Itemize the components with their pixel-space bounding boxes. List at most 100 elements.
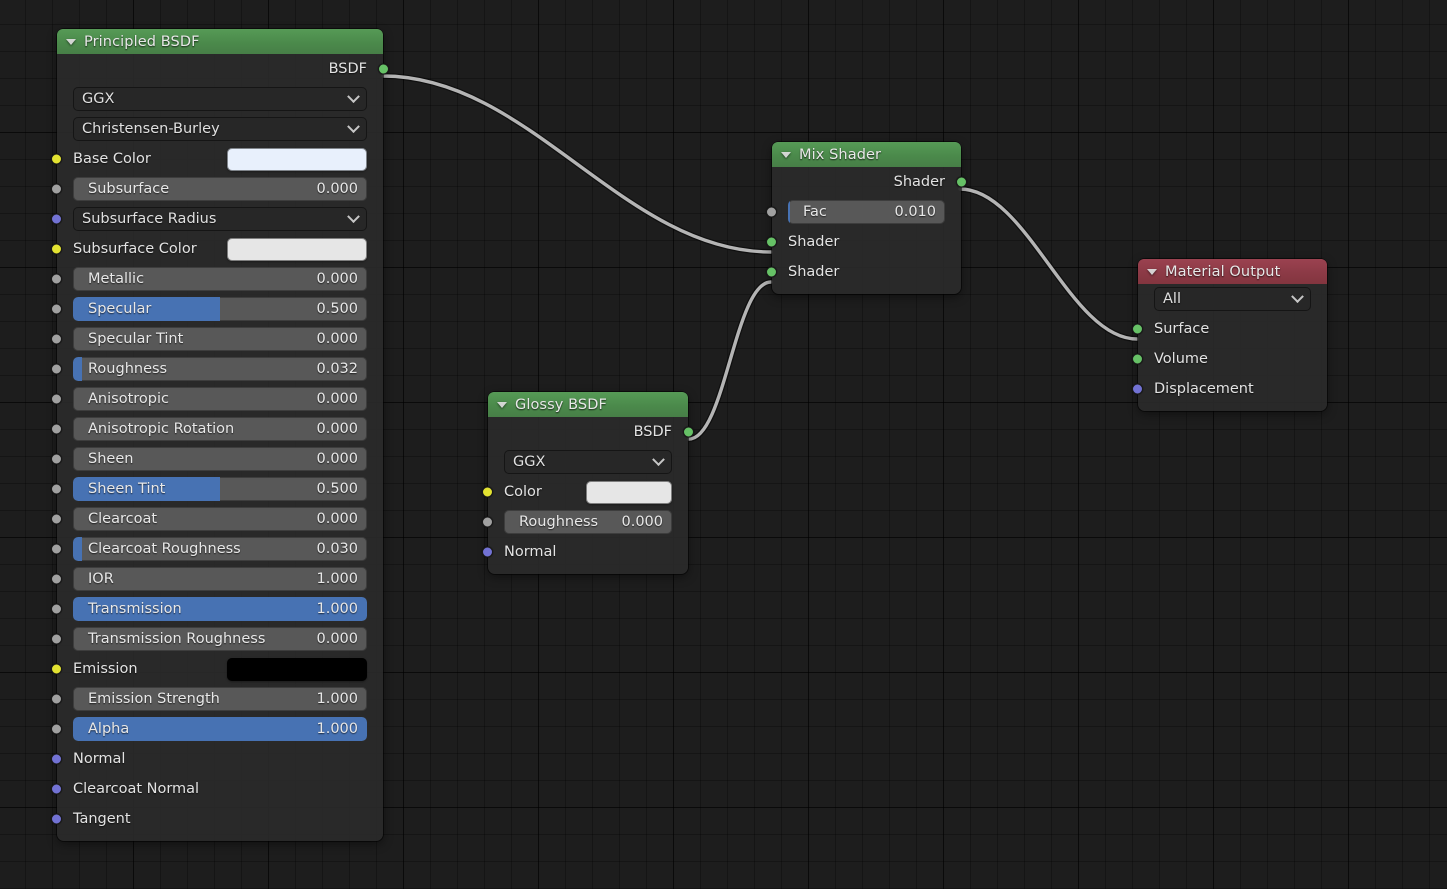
slider-subsurface[interactable]: Subsurface 0.000: [73, 177, 367, 201]
socket-input-dot[interactable]: [51, 363, 62, 375]
slider-anisotropic[interactable]: Anisotropic 0.000: [73, 387, 367, 411]
socket-output-dot[interactable]: [683, 426, 694, 438]
slider-sheen[interactable]: Sheen 0.000: [73, 447, 367, 471]
socket-input-dot[interactable]: [51, 243, 62, 255]
socket-label: Clearcoat Normal: [73, 781, 200, 797]
node-header-glossy-bsdf[interactable]: Glossy BSDF: [488, 392, 688, 417]
socket-label: Shader: [788, 234, 840, 250]
slider-transmission[interactable]: Transmission 1.000: [73, 597, 367, 621]
socket-input-dot[interactable]: [1132, 383, 1143, 395]
socket-input-dot[interactable]: [51, 483, 62, 495]
socket-input-dot[interactable]: [482, 516, 493, 528]
slider-specular-tint[interactable]: Specular Tint 0.000: [73, 327, 367, 351]
socket-label: Normal: [73, 751, 126, 767]
node-link-shadow: [688, 279, 772, 442]
node-header-principled-bsdf[interactable]: Principled BSDF: [57, 29, 383, 54]
socket-input-dot[interactable]: [482, 546, 493, 558]
color-swatch[interactable]: [586, 480, 672, 504]
socket-input-dot[interactable]: [51, 663, 62, 675]
socket-input-dot[interactable]: [51, 453, 62, 465]
socket-input-dot[interactable]: [51, 513, 62, 525]
slider-fac[interactable]: Fac 0.010: [788, 200, 945, 224]
node-link[interactable]: [381, 74, 773, 254]
socket-output-dot[interactable]: [956, 176, 967, 188]
color-swatch[interactable]: [227, 657, 367, 681]
socket-input-dot[interactable]: [51, 423, 62, 435]
socket-input-dot[interactable]: [766, 206, 777, 218]
slider-transmission-roughness[interactable]: Transmission Roughness 0.000: [73, 627, 367, 651]
dropdown-all[interactable]: All: [1154, 287, 1311, 311]
property-row-color: Emission: [51, 654, 383, 684]
property-row-slider: IOR 1.000: [51, 564, 383, 594]
socket-input-dot[interactable]: [51, 813, 62, 825]
socket-input-dot[interactable]: [51, 393, 62, 405]
property-row-slider: Sheen Tint 0.500: [51, 474, 383, 504]
slider-specular[interactable]: Specular 0.500: [73, 297, 367, 321]
slider-label: Transmission Roughness: [88, 631, 266, 647]
socket-input-dot[interactable]: [51, 633, 62, 645]
slider-emission-strength[interactable]: Emission Strength 1.000: [73, 687, 367, 711]
slider-alpha[interactable]: Alpha 1.000: [73, 717, 367, 741]
slider-value: 1.000: [316, 601, 358, 617]
slider-label: Specular Tint: [88, 331, 184, 347]
node-principled-bsdf[interactable]: Principled BSDF BSDF GGX Christensen-Burley…: [51, 29, 389, 841]
slider-clearcoat-roughness[interactable]: Clearcoat Roughness 0.030: [73, 537, 367, 561]
dropdown-ggx[interactable]: GGX: [504, 450, 672, 474]
dropdown-value: Subsurface Radius: [82, 211, 217, 227]
node-link[interactable]: [958, 187, 1139, 341]
slider-value: 1.000: [316, 571, 358, 587]
node-link[interactable]: [687, 280, 773, 441]
socket-input-dot[interactable]: [51, 693, 62, 705]
node-glossy-bsdf[interactable]: Glossy BSDF BSDF GGX Color Roughness 0.000 Nor…: [482, 392, 694, 574]
node-link-shadow: [959, 186, 1138, 342]
output-socket-row: BSDF: [488, 417, 694, 447]
socket-input-dot[interactable]: [51, 723, 62, 735]
dropdown-subsurface-radius[interactable]: Subsurface Radius: [73, 207, 367, 231]
color-swatch[interactable]: [227, 147, 367, 171]
socket-input-dot[interactable]: [482, 486, 493, 498]
collapse-triangle-icon[interactable]: [1147, 268, 1157, 275]
dropdown-ggx[interactable]: GGX: [73, 87, 367, 111]
slider-metallic[interactable]: Metallic 0.000: [73, 267, 367, 291]
socket-input-dot[interactable]: [51, 753, 62, 765]
socket-input-dot[interactable]: [1132, 353, 1143, 365]
socket-input-dot[interactable]: [1132, 323, 1143, 335]
socket-input-dot[interactable]: [51, 603, 62, 615]
socket-input-dot[interactable]: [51, 573, 62, 585]
socket-output-dot[interactable]: [378, 63, 389, 75]
slider-value: 0.500: [316, 301, 358, 317]
socket-input-dot[interactable]: [51, 303, 62, 315]
slider-label: Specular: [88, 301, 152, 317]
slider-label: Clearcoat: [88, 511, 158, 527]
slider-clearcoat[interactable]: Clearcoat 0.000: [73, 507, 367, 531]
node-body-material-output: All Surface Volume Displacement: [1132, 284, 1327, 411]
slider-anisotropic-rotation[interactable]: Anisotropic Rotation 0.000: [73, 417, 367, 441]
socket-input-dot[interactable]: [51, 543, 62, 555]
node-header-mix-shader[interactable]: Mix Shader: [772, 142, 961, 167]
shader-node-editor-canvas[interactable]: Principled BSDF BSDF GGX Christensen-Burley…: [0, 0, 1447, 889]
slider-roughness[interactable]: Roughness 0.032: [73, 357, 367, 381]
slider-value: 0.000: [316, 181, 358, 197]
socket-input-dot[interactable]: [51, 153, 62, 165]
property-row-slider: Anisotropic Rotation 0.000: [51, 414, 383, 444]
socket-input-dot[interactable]: [766, 266, 777, 278]
collapse-triangle-icon[interactable]: [66, 38, 76, 45]
node-header-material-output[interactable]: Material Output: [1138, 259, 1327, 284]
slider-ior[interactable]: IOR 1.000: [73, 567, 367, 591]
slider-sheen-tint[interactable]: Sheen Tint 0.500: [73, 477, 367, 501]
socket-input-dot[interactable]: [51, 213, 62, 225]
dropdown-christensen-burley[interactable]: Christensen-Burley: [73, 117, 367, 141]
socket-input-dot[interactable]: [51, 273, 62, 285]
socket-input-dot[interactable]: [766, 236, 777, 248]
node-title: Glossy BSDF: [515, 396, 607, 413]
chevron-down-icon: [347, 209, 360, 223]
node-mix-shader[interactable]: Mix Shader Shader Fac 0.010 Shader Shader: [766, 142, 967, 294]
slider-roughness[interactable]: Roughness 0.000: [504, 510, 672, 534]
color-swatch[interactable]: [227, 237, 367, 261]
collapse-triangle-icon[interactable]: [497, 401, 507, 408]
node-material-output[interactable]: Material Output All Surface Volume Displacem…: [1132, 259, 1327, 411]
socket-input-dot[interactable]: [51, 783, 62, 795]
collapse-triangle-icon[interactable]: [781, 151, 791, 158]
socket-input-dot[interactable]: [51, 333, 62, 345]
socket-input-dot[interactable]: [51, 183, 62, 195]
